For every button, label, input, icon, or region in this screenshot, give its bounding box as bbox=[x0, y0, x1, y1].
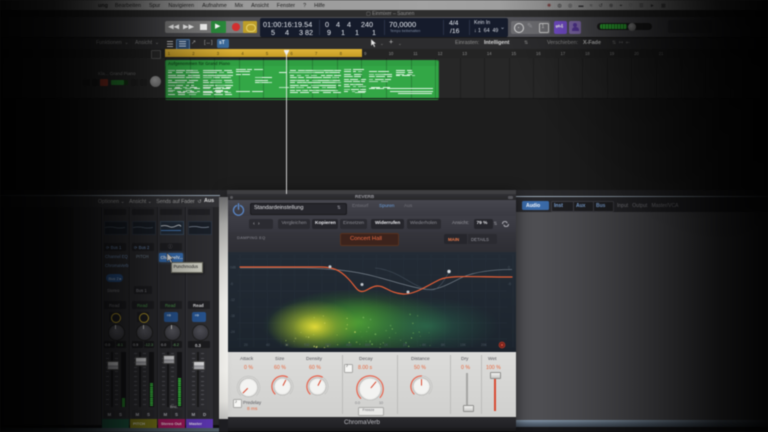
svg-text:800: 800 bbox=[365, 343, 371, 347]
svg-text:-12: -12 bbox=[230, 298, 235, 302]
svg-text:-6: -6 bbox=[230, 282, 233, 286]
svg-text:80: 80 bbox=[285, 343, 289, 347]
svg-text:400: 400 bbox=[346, 343, 352, 347]
svg-text:-24: -24 bbox=[230, 330, 235, 334]
svg-text:10K: 10K bbox=[460, 343, 467, 347]
svg-text:-18: -18 bbox=[230, 314, 235, 318]
svg-text:200: 200 bbox=[325, 343, 331, 347]
svg-text:20: 20 bbox=[244, 343, 248, 347]
svg-text:0: 0 bbox=[508, 266, 510, 270]
svg-text:0dB: 0dB bbox=[230, 266, 237, 270]
svg-text:20K: 20K bbox=[481, 343, 488, 347]
svg-text:100: 100 bbox=[304, 343, 310, 347]
svg-text:-6: -6 bbox=[508, 282, 511, 286]
svg-text:40: 40 bbox=[266, 343, 270, 347]
